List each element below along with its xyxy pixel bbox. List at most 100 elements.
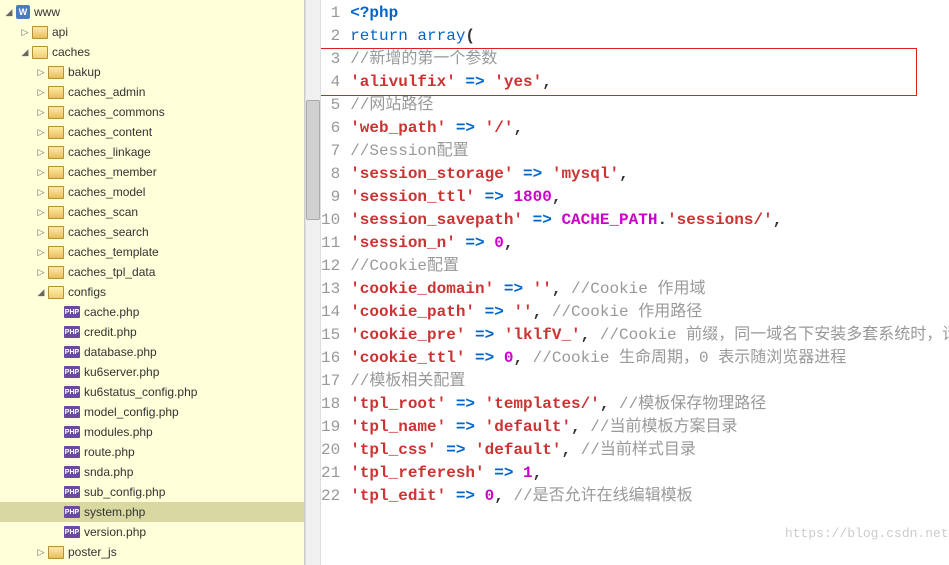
chevron-icon[interactable]: ▷ — [36, 187, 46, 197]
php-file-icon: PHP — [64, 326, 80, 338]
folder-icon — [48, 165, 64, 179]
tree-item-caches_template[interactable]: ▷ caches_template — [0, 242, 304, 262]
chevron-icon[interactable]: ▷ — [36, 167, 46, 177]
tree-item-ku6server-php[interactable]: PHP ku6server.php — [0, 362, 304, 382]
chevron-icon[interactable]: ▷ — [36, 547, 46, 557]
tree-label: snda.php — [84, 465, 133, 479]
folder-icon — [32, 25, 48, 39]
tree-item-api[interactable]: ▷ api — [0, 22, 304, 42]
line-number: 1 — [321, 2, 340, 25]
chevron-icon[interactable]: ▷ — [36, 107, 46, 117]
tree-label: api — [52, 25, 68, 39]
sidebar-scrollbar[interactable] — [305, 0, 321, 565]
tree-label: caches_template — [68, 245, 159, 259]
code-editor[interactable]: 12345678910111213141516171819202122 <?ph… — [321, 0, 949, 565]
tree-item-caches_tpl_data[interactable]: ▷caches_tpl_data — [0, 262, 304, 282]
chevron-icon[interactable]: ▷ — [36, 267, 46, 277]
php-file-icon: PHP — [64, 366, 80, 378]
tree-label: cache.php — [84, 305, 139, 319]
php-file-icon: PHP — [64, 426, 80, 438]
tree-label: caches_model — [68, 185, 145, 199]
chevron-icon[interactable]: ▷ — [36, 147, 46, 157]
line-number: 7 — [321, 140, 340, 163]
chevron-icon[interactable]: ◢ — [20, 47, 30, 57]
code-line: 'cookie_pre' => 'lklfV_', //Cookie 前缀，同一… — [350, 324, 949, 347]
tree-item-caches_member[interactable]: ▷caches_member — [0, 162, 304, 182]
line-number: 20 — [321, 439, 340, 462]
tree-item-route-php[interactable]: PHProute.php — [0, 442, 304, 462]
line-number: 21 — [321, 462, 340, 485]
tree-item-system-php[interactable]: PHPsystem.php — [0, 502, 304, 522]
tree-item-poster_js[interactable]: ▷poster_js — [0, 542, 304, 562]
tree-item-ku6status_config-php[interactable]: PHPku6status_config.php — [0, 382, 304, 402]
line-number: 13 — [321, 278, 340, 301]
tree-item-version-php[interactable]: PHPversion.php — [0, 522, 304, 542]
folder-icon — [48, 125, 64, 139]
tree-root[interactable]: ◢ W www — [0, 2, 304, 22]
code-line: //网站路径 — [350, 94, 949, 117]
line-number: 15 — [321, 324, 340, 347]
php-file-icon: PHP — [64, 346, 80, 358]
tree-label: configs — [68, 285, 106, 299]
tree-item-caches[interactable]: ◢caches — [0, 42, 304, 62]
tree-item-database-php[interactable]: PHPdatabase.php — [0, 342, 304, 362]
chevron-icon[interactable]: ▷ — [36, 227, 46, 237]
tree-label: caches_content — [68, 125, 152, 139]
scrollbar-thumb[interactable] — [306, 100, 320, 220]
code-line: 'session_savepath' => CACHE_PATH.'sessio… — [350, 209, 949, 232]
tree-item-caches_model[interactable]: ▷ caches_model — [0, 182, 304, 202]
folder-icon — [48, 145, 64, 159]
tree-item-caches_commons[interactable]: ▷caches_commons — [0, 102, 304, 122]
chevron-icon[interactable]: ▷ — [36, 247, 46, 257]
tree-item-caches_search[interactable]: ▷ caches_search — [0, 222, 304, 242]
tree-item-caches_content[interactable]: ▷ caches_content — [0, 122, 304, 142]
project-icon: W — [16, 5, 30, 19]
tree-item-snda-php[interactable]: PHPsnda.php — [0, 462, 304, 482]
tree-label: ku6status_config.php — [84, 385, 197, 399]
folder-icon — [48, 285, 64, 299]
folder-icon — [48, 225, 64, 239]
chevron-icon[interactable]: ▷ — [36, 67, 46, 77]
chevron-icon[interactable]: ▷ — [36, 87, 46, 97]
file-tree-sidebar[interactable]: ◢ W www ▷api◢caches▷bakup▷caches_admin▷c… — [0, 0, 305, 565]
code-line: //Cookie配置 — [350, 255, 949, 278]
tree-label: version.php — [84, 525, 146, 539]
tree-item-caches_scan[interactable]: ▷ caches_scan — [0, 202, 304, 222]
code-line: 'cookie_domain' => '', //Cookie 作用域 — [350, 278, 949, 301]
chevron-icon[interactable]: ▷ — [36, 207, 46, 217]
tree-item-model_config-php[interactable]: PHPmodel_config.php — [0, 402, 304, 422]
folder-icon — [48, 65, 64, 79]
tree-item-cache-php[interactable]: PHPcache.php — [0, 302, 304, 322]
chevron-icon[interactable]: ▷ — [20, 27, 30, 37]
code-area[interactable]: <?php return array( //新增的第一个参数 'alivulfi… — [346, 0, 949, 565]
line-number: 16 — [321, 347, 340, 370]
tree-label: caches_scan — [68, 205, 138, 219]
tree-item-configs[interactable]: ◢ configs — [0, 282, 304, 302]
tree-label: ku6server.php — [84, 365, 159, 379]
chevron-icon[interactable]: ▷ — [36, 127, 46, 137]
tree-item-bakup[interactable]: ▷bakup — [0, 62, 304, 82]
code-line: 'web_path' => '/', — [350, 117, 949, 140]
tree-item-caches_admin[interactable]: ▷caches_admin — [0, 82, 304, 102]
code-line: 'tpl_edit' => 0, //是否允许在线编辑模板 — [350, 485, 949, 508]
code-line: 'tpl_referesh' => 1, — [350, 462, 949, 485]
tree-item-credit-php[interactable]: PHPcredit.php — [0, 322, 304, 342]
tree-item-modules-php[interactable]: PHPmodules.php — [0, 422, 304, 442]
line-number: 8 — [321, 163, 340, 186]
line-number: 3 — [321, 48, 340, 71]
code-line: return array( — [350, 25, 949, 48]
tree-label: sub_config.php — [84, 485, 165, 499]
code-line: //模板相关配置 — [350, 370, 949, 393]
tree-label: caches_search — [68, 225, 149, 239]
chevron-icon[interactable]: ◢ — [36, 287, 46, 297]
tree-label: route.php — [84, 445, 135, 459]
code-line: 'tpl_root' => 'templates/', //模板保存物理路径 — [350, 393, 949, 416]
code-line: //新增的第一个参数 — [350, 48, 949, 71]
tree-item-caches_linkage[interactable]: ▷caches_linkage — [0, 142, 304, 162]
folder-icon — [48, 185, 64, 199]
folder-icon — [48, 545, 64, 559]
tree-label: model_config.php — [84, 405, 179, 419]
line-number: 19 — [321, 416, 340, 439]
chevron-icon[interactable]: ◢ — [4, 7, 14, 17]
tree-item-sub_config-php[interactable]: PHPsub_config.php — [0, 482, 304, 502]
